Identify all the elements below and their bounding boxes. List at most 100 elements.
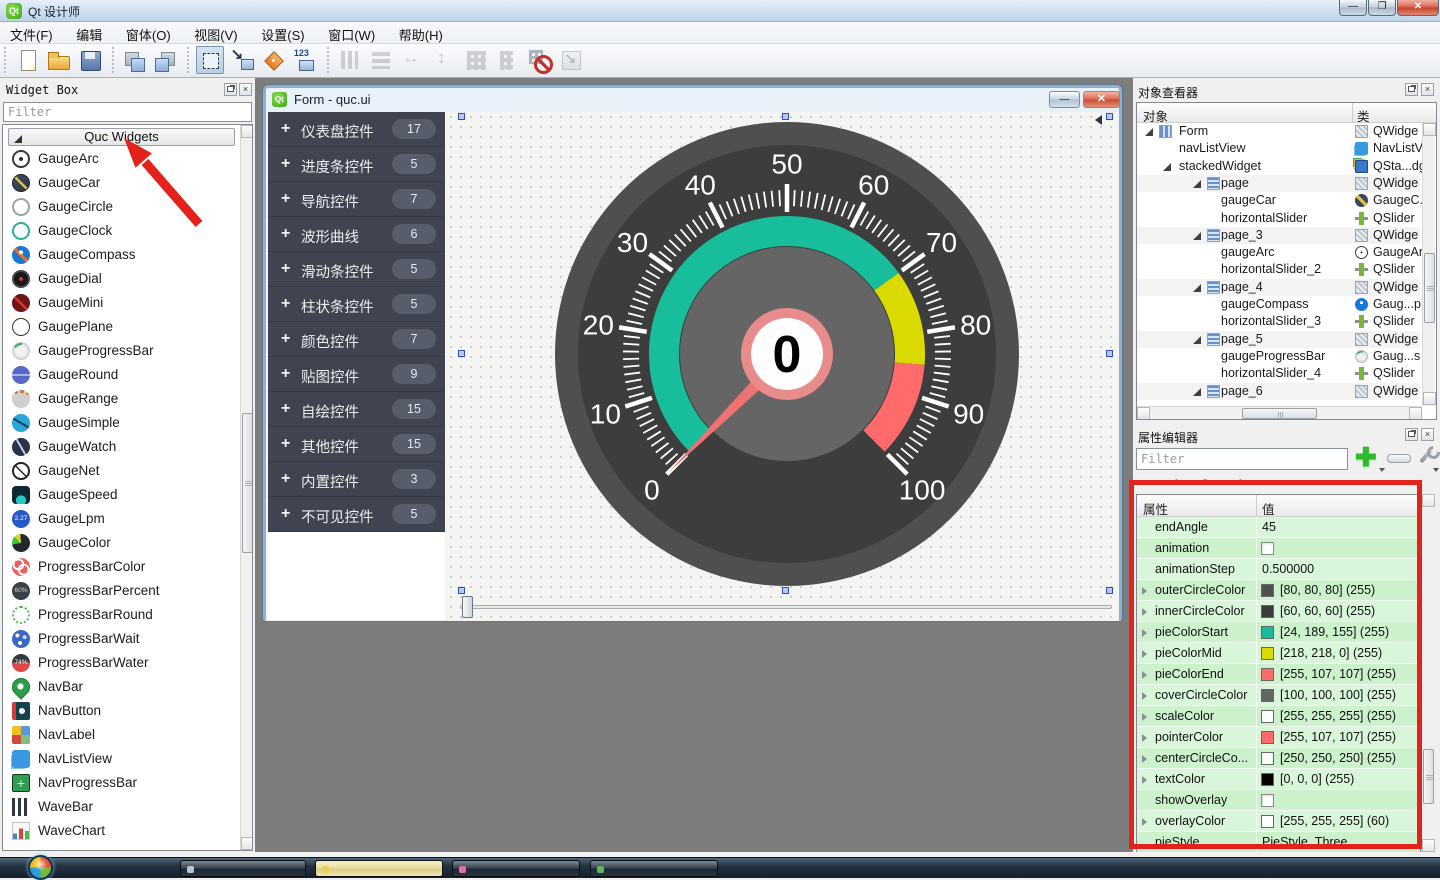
widget-item-GaugeProgressBar[interactable]: GaugeProgressBar	[3, 339, 241, 363]
selection-handle[interactable]	[458, 350, 465, 357]
selection-handle[interactable]	[458, 587, 465, 594]
widget-item-GaugeSpeed[interactable]: GaugeSpeed	[3, 483, 241, 507]
break-layout-button[interactable]	[525, 46, 553, 74]
scrollbar-thumb[interactable]	[1242, 408, 1317, 419]
property-row-endAngle[interactable]: endAngle45	[1137, 517, 1420, 538]
restore-button[interactable]: ❐	[1368, 0, 1396, 16]
widget-item-GaugeCircle[interactable]: GaugeCircle	[3, 195, 241, 219]
object-row-gaugeCompass[interactable]: gaugeCompassGaug...p	[1137, 296, 1420, 313]
scrollbar-thumb[interactable]	[1424, 253, 1435, 323]
nav-item-7[interactable]: +贴图控件9	[268, 357, 445, 392]
scroll-down-button[interactable]	[1422, 839, 1435, 852]
nav-item-8[interactable]: +自绘控件15	[268, 392, 445, 427]
property-row-pieColorStart[interactable]: pieColorStart[24, 189, 155] (255)	[1137, 622, 1420, 643]
add-dynamic-property-button[interactable]: ✚	[1355, 446, 1377, 468]
preview-button[interactable]	[152, 46, 180, 74]
new-file-button[interactable]	[13, 46, 41, 74]
adjust-size-button[interactable]	[557, 46, 585, 74]
object-tree-vscrollbar[interactable]	[1422, 123, 1435, 406]
scroll-left-button[interactable]	[1137, 407, 1150, 420]
expander-icon[interactable]	[1142, 734, 1151, 742]
widget-item-NavListView[interactable]: NavListView	[3, 747, 241, 771]
widget-item-ProgressBarWater[interactable]: ProgressBarWater	[3, 651, 241, 675]
widget-item-NavLabel[interactable]: NavLabel	[3, 723, 241, 747]
selection-handle[interactable]	[782, 587, 789, 594]
nav-item-10[interactable]: +内置控件3	[268, 462, 445, 497]
color-swatch[interactable]	[1261, 605, 1274, 618]
object-row-navListView[interactable]: navListViewNavListV	[1137, 140, 1420, 157]
property-row-coverCircleColor[interactable]: coverCircleColor[100, 100, 100] (255)	[1137, 685, 1420, 706]
object-row-page_6[interactable]: page_6QWidge	[1137, 383, 1420, 400]
expander-icon[interactable]	[1142, 818, 1151, 826]
minimize-button[interactable]: —	[1339, 0, 1367, 16]
widget-item-ProgressBarRound[interactable]: ProgressBarRound	[3, 603, 241, 627]
layout-form-button[interactable]	[493, 46, 521, 74]
layout-vertical-button[interactable]	[335, 46, 363, 74]
slider-handle[interactable]	[462, 596, 473, 618]
widget-item-GaugeWatch[interactable]: GaugeWatch	[3, 435, 241, 459]
object-row-horizontalSlider[interactable]: horizontalSliderQSlider	[1137, 210, 1420, 227]
widget-item-GaugeCar[interactable]: GaugeCar	[3, 171, 241, 195]
color-swatch[interactable]	[1261, 584, 1274, 597]
nav-item-11[interactable]: +不可见控件5	[268, 497, 445, 532]
object-row-page_3[interactable]: page_3QWidge	[1137, 227, 1420, 244]
expander-icon[interactable]	[1193, 388, 1201, 396]
widget-item-ProgressBarWait[interactable]: ProgressBarWait	[3, 627, 241, 651]
scroll-down-button[interactable]	[1423, 392, 1436, 405]
property-row-showOverlay[interactable]: showOverlay	[1137, 790, 1420, 811]
object-row-page[interactable]: pageQWidge	[1137, 175, 1420, 192]
property-filter-input[interactable]	[1136, 448, 1348, 470]
selection-handle[interactable]	[458, 113, 465, 120]
color-swatch[interactable]	[1261, 626, 1274, 639]
color-swatch[interactable]	[1261, 710, 1274, 723]
object-row-gaugeArc[interactable]: gaugeArcGaugeAr	[1137, 244, 1420, 261]
object-row-stackedWidget[interactable]: stackedWidgetQSta...dg	[1137, 158, 1420, 175]
widget-item-NavBar[interactable]: NavBar	[3, 675, 241, 699]
float-panel-button[interactable]	[1405, 83, 1418, 96]
selection-handle[interactable]	[1106, 350, 1113, 357]
property-row-scaleColor[interactable]: scaleColor[255, 255, 255] (255)	[1137, 706, 1420, 727]
expander-icon[interactable]	[1142, 587, 1151, 595]
widget-item-NavButton[interactable]: NavButton	[3, 699, 241, 723]
scroll-up-button[interactable]	[1422, 494, 1435, 507]
signal-slot-mode-button[interactable]	[228, 46, 256, 74]
buddy-edit-mode-button[interactable]	[259, 46, 287, 74]
checkbox[interactable]	[1261, 794, 1274, 807]
widget-item-NavProgressBar[interactable]: NavProgressBar	[3, 771, 241, 795]
configure-property-editor-button[interactable]	[1415, 446, 1437, 468]
layout-grid-button[interactable]	[462, 46, 490, 74]
expander-icon[interactable]	[1142, 776, 1151, 784]
object-row-gaugeCar[interactable]: gaugeCarGaugeC...	[1137, 192, 1420, 209]
stacked-prev-page-icon[interactable]	[1090, 115, 1102, 125]
property-vscrollbar[interactable]	[1421, 494, 1434, 852]
close-panel-button[interactable]: ×	[1421, 83, 1434, 96]
property-row-animation[interactable]: animation	[1137, 538, 1420, 559]
expander-icon[interactable]	[1193, 284, 1201, 292]
object-row-page_5[interactable]: page_5QWidge	[1137, 331, 1420, 348]
form-canvas[interactable]: +仪表盘控件17+进度条控件5+导航控件7+波形曲线6+滑动条控件5+柱状条控件…	[266, 112, 1119, 621]
color-swatch[interactable]	[1261, 815, 1274, 828]
taskbar-item[interactable]	[452, 860, 580, 877]
widget-item-GaugeColor[interactable]: GaugeColor	[3, 531, 241, 555]
color-swatch[interactable]	[1261, 752, 1274, 765]
widget-item-WaveChart[interactable]: WaveChart	[3, 819, 241, 843]
taskbar-item-active[interactable]	[315, 860, 443, 877]
widget-item-GaugeDial[interactable]: GaugeDial	[3, 267, 241, 291]
expander-icon[interactable]	[1193, 180, 1201, 188]
nav-item-6[interactable]: +颜色控件7	[268, 322, 445, 357]
expander-icon[interactable]	[1145, 128, 1153, 136]
taskbar-item[interactable]	[590, 860, 718, 877]
selection-handle[interactable]	[1106, 587, 1113, 594]
widget-item-GaugeSimple[interactable]: GaugeSimple	[3, 411, 241, 435]
widget-item-GaugeRange[interactable]: GaugeRange	[3, 387, 241, 411]
selection-handle[interactable]	[782, 113, 789, 120]
expander-icon[interactable]	[1142, 713, 1151, 721]
float-panel-button[interactable]	[1405, 428, 1418, 441]
gauge-arc-widget[interactable]: 01020304050607080901000	[462, 117, 1112, 591]
property-row-pieColorMid[interactable]: pieColorMid[218, 218, 0] (255)	[1137, 643, 1420, 664]
layout-vertical-splitter-button[interactable]	[430, 46, 458, 74]
widget-item-ProgressBarColor[interactable]: ProgressBarColor	[3, 555, 241, 579]
color-swatch[interactable]	[1261, 668, 1274, 681]
expander-icon[interactable]	[1142, 650, 1151, 658]
open-file-button[interactable]	[44, 46, 72, 74]
